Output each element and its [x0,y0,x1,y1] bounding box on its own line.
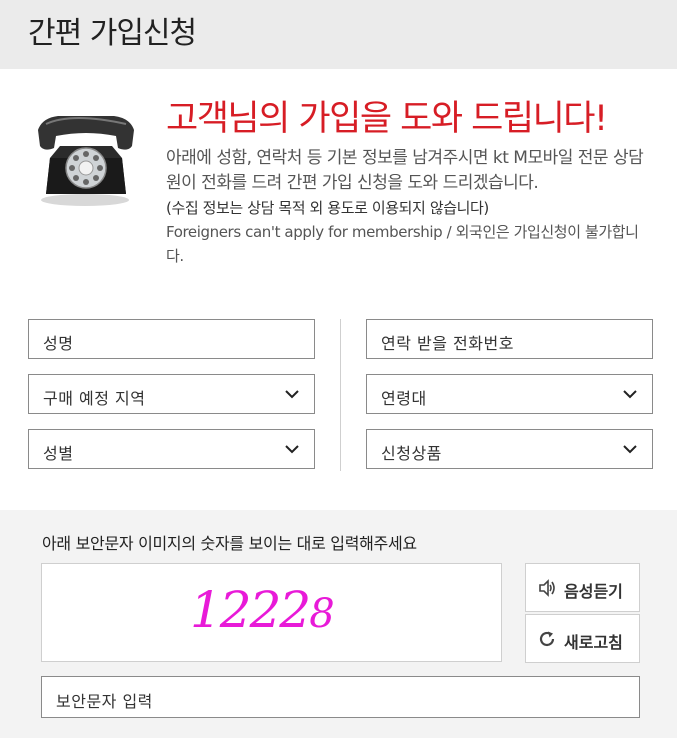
gender-select[interactable]: 성별 [28,429,315,469]
captcha-text-main: 1222 [190,581,311,639]
phone-input[interactable]: 연락 받을 전화번호 [366,319,653,359]
captcha-image: 12228 [41,563,502,662]
chevron-down-icon [285,445,299,454]
product-select[interactable]: 신청상품 [366,429,653,469]
gender-select-label: 성별 [43,444,74,463]
product-select-label: 신청상품 [381,444,442,463]
page-title: 간편 가입신청 [28,16,197,51]
region-select-label: 구매 예정 지역 [43,389,146,408]
captcha-input-placeholder: 보안문자 입력 [56,692,153,711]
age-select[interactable]: 연령대 [366,374,653,414]
name-input[interactable]: 성명 [28,319,315,359]
speaker-icon [539,579,555,597]
captcha-instruction: 아래 보안문자 이미지의 숫자를 보이는 대로 입력해주세요 [42,534,417,553]
chevron-down-icon [623,445,637,454]
captcha-input[interactable]: 보안문자 입력 [41,676,640,718]
chevron-down-icon [623,390,637,399]
audio-captcha-button[interactable]: 음성듣기 [525,563,640,612]
captcha-text: 12228 [190,580,335,644]
telephone-icon [38,116,134,206]
audio-captcha-label: 음성듣기 [564,582,623,601]
refresh-captcha-button[interactable]: 새로고침 [525,614,640,663]
region-select[interactable]: 구매 예정 지역 [28,374,315,414]
foreigners-note: Foreigners can't apply for membership / … [166,223,639,265]
name-placeholder: 성명 [43,334,74,353]
intro-title: 고객님의 가입을 도와 드립니다! [166,99,608,139]
captcha-text-tail: 8 [309,591,334,637]
refresh-captcha-label: 새로고침 [564,633,623,652]
refresh-icon [539,631,555,647]
intro-section: 고객님의 가입을 도와 드립니다! 아래에 성함, 연락처 등 기본 정보를 남… [166,96,656,268]
column-divider [340,319,341,471]
phone-placeholder: 연락 받을 전화번호 [381,334,514,353]
intro-description: 아래에 성함, 연락처 등 기본 정보를 남겨주시면 kt M모바일 전문 상담… [166,148,644,193]
page-header: 간편 가입신청 [0,0,677,69]
privacy-note: (수집 정보는 상담 목적 외 용도로 이용되지 않습니다) [166,199,489,217]
age-select-label: 연령대 [381,389,427,408]
chevron-down-icon [285,390,299,399]
